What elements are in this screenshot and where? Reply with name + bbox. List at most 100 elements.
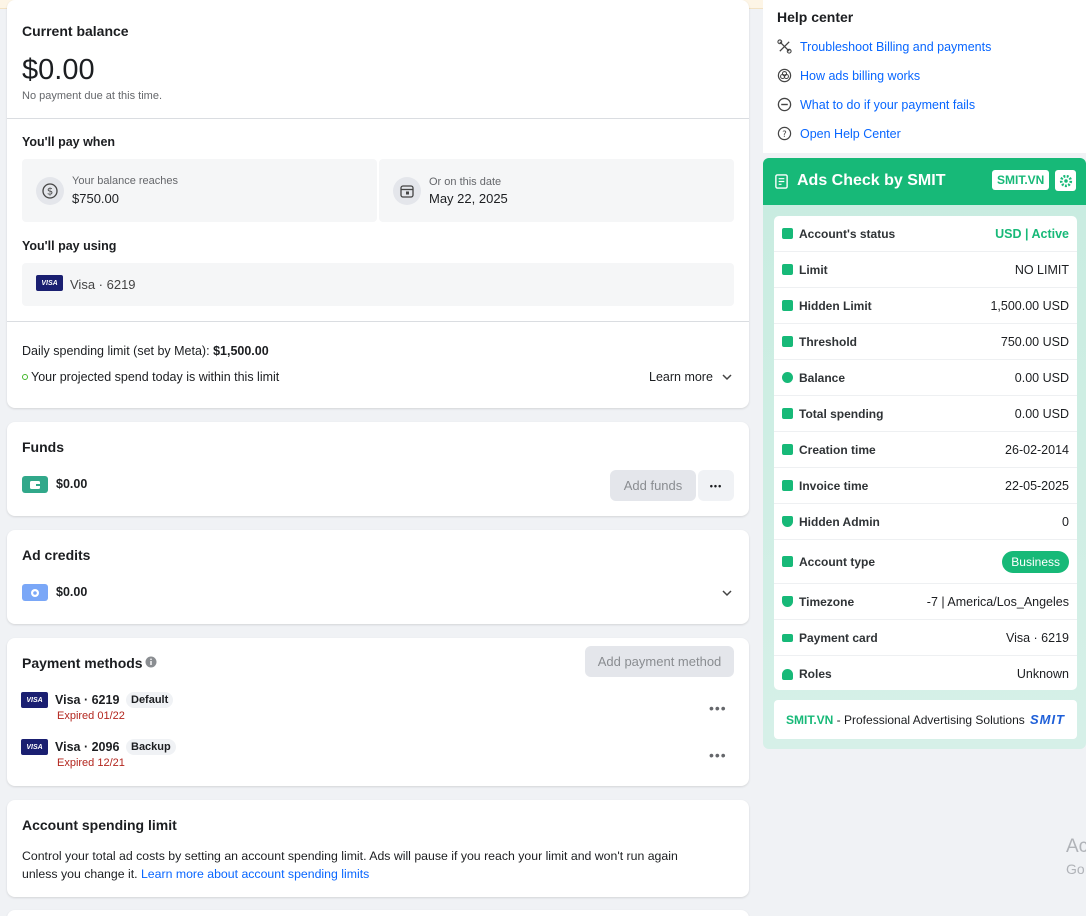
pay-using-card: Visa · 6219 — [70, 277, 136, 292]
creation-time-row: Creation time 26-02-2014 — [774, 432, 1077, 468]
svg-text:?: ? — [782, 129, 786, 139]
row-key: Hidden Admin — [799, 514, 880, 529]
account-type-badge: Business — [1002, 550, 1069, 573]
spending-limit-title: Account spending limit — [22, 817, 177, 833]
timezone-row: Timezone -7 | America/Los_Angeles — [774, 584, 1077, 620]
report-icon — [775, 174, 788, 189]
spending-limit-learn-link[interactable]: Learn more about account spending limits — [141, 867, 369, 881]
shield-icon — [782, 516, 793, 527]
dollar-icon — [782, 372, 793, 383]
funds-more-button[interactable]: ••• — [698, 470, 734, 501]
learn-more-label: Learn more — [649, 370, 713, 384]
calendar-icon — [393, 177, 421, 205]
help-link-label: What to do if your payment fails — [800, 97, 976, 112]
row-key: Hidden Limit — [799, 298, 872, 313]
current-balance-card: Current balance $0.00 No payment due at … — [7, 0, 749, 408]
row-value: 0.00 USD — [1014, 406, 1069, 421]
help-link-billing[interactable]: How ads billing works — [777, 68, 920, 83]
row-key: Creation time — [799, 442, 876, 457]
row-value: Unknown — [1016, 667, 1069, 681]
balance-reaches-label: Your balance reaches — [72, 175, 179, 187]
daily-limit-label: Daily spending limit (set by Meta): — [22, 344, 210, 358]
card-expiry: Expired 01/22 — [57, 710, 125, 722]
card-name: Visa · 6219 — [55, 693, 120, 707]
wallet-icon — [782, 408, 793, 419]
next-card-partial — [7, 910, 749, 916]
chevron-down-icon[interactable] — [721, 587, 733, 599]
balance-reaches-value: $750.00 — [72, 191, 119, 206]
row-key: Balance — [799, 370, 846, 385]
pay-when-title: You'll pay when — [22, 135, 116, 149]
row-value: 22-05-2025 — [1005, 478, 1069, 493]
ads-check-table: Account's status USD | Active Limit NO L… — [774, 216, 1077, 690]
ad-credits-amount: $0.00 — [56, 585, 88, 599]
watermark-text: Ac — [1066, 836, 1086, 857]
row-value: Visa · 6219 — [1005, 630, 1069, 645]
info-icon[interactable] — [145, 656, 157, 668]
ads-check-footer[interactable]: SMIT.VN - Professional Advertising Solut… — [774, 700, 1077, 739]
payment-date-box: Or on this date May 22, 2025 — [379, 159, 734, 222]
row-key: Threshold — [799, 334, 858, 349]
row-value: 750.00 USD — [1000, 334, 1069, 349]
learn-more-link[interactable]: Learn more — [649, 370, 733, 384]
threshold-row: Threshold 750.00 USD — [774, 324, 1077, 360]
clock-shield-icon — [782, 596, 793, 607]
card-expiry: Expired 12/21 — [57, 757, 125, 769]
help-link-payment-fails[interactable]: What to do if your payment fails — [777, 97, 975, 112]
ads-check-panel: Ads Check by SMIT SMIT.VN Account's stat… — [763, 158, 1086, 749]
total-spending-row: Total spending 0.00 USD — [774, 396, 1077, 432]
piggy-bank-icon — [782, 300, 793, 311]
divider — [7, 321, 749, 322]
help-link-open-center[interactable]: ? Open Help Center — [777, 126, 901, 141]
no-payment-note: No payment due at this time. — [22, 90, 163, 102]
roles-row: Roles Unknown — [774, 656, 1077, 692]
svg-text:$: $ — [47, 187, 53, 198]
card-name: Visa · 2096 — [55, 740, 120, 754]
daily-limit-value: $1,500.00 — [213, 344, 269, 358]
tools-icon — [777, 39, 792, 54]
row-key: Total spending — [799, 406, 884, 421]
funds-title: Funds — [22, 439, 64, 455]
balance-threshold-box: $ Your balance reaches $750.00 — [22, 159, 377, 222]
card-more-button[interactable]: ••• — [709, 747, 727, 763]
pay-using-title: You'll pay using — [22, 239, 117, 253]
chevron-down-icon — [722, 374, 732, 381]
help-link-label: How ads billing works — [800, 68, 921, 83]
calendar-icon — [782, 444, 793, 455]
credit-card-icon — [782, 633, 793, 642]
pay-using-box: VISA Visa · 6219 — [22, 263, 734, 306]
row-key: Roles — [799, 667, 832, 681]
default-badge: Default — [126, 692, 174, 708]
user-card-icon — [782, 556, 793, 567]
gear-icon[interactable] — [1055, 170, 1076, 191]
add-payment-method-button[interactable]: Add payment method — [585, 646, 734, 677]
date-label: Or on this date — [429, 176, 502, 188]
trend-icon — [782, 336, 793, 347]
watermark-subtext: Go — [1066, 861, 1085, 877]
row-value: -7 | America/Los_Angeles — [926, 594, 1069, 609]
row-value: 0 — [1062, 514, 1069, 529]
invoice-icon — [782, 480, 793, 491]
ad-credits-card: Ad credits $0.00 — [7, 530, 749, 624]
question-icon: ? — [777, 126, 792, 141]
smit-logo: SMIT — [1029, 712, 1065, 727]
payment-methods-title: Payment methods — [22, 655, 143, 671]
balance-row: Balance 0.00 USD — [774, 360, 1077, 396]
funds-card: Funds $0.00 Add funds ••• — [7, 422, 749, 516]
status-value: USD | Active — [995, 226, 1069, 241]
help-link-label: Troubleshoot Billing and payments — [800, 39, 992, 54]
hidden-admin-row: Hidden Admin 0 — [774, 504, 1077, 540]
spending-limit-desc-end: unless you change it. — [22, 867, 138, 881]
row-value: NO LIMIT — [1014, 262, 1069, 277]
users-gear-icon — [782, 668, 793, 680]
invoice-time-row: Invoice time 22-05-2025 — [774, 468, 1077, 504]
date-value: May 22, 2025 — [429, 191, 508, 206]
add-funds-button[interactable]: Add funds — [610, 470, 696, 501]
daily-limit: Daily spending limit (set by Meta): $1,5… — [22, 344, 269, 358]
card-more-button[interactable]: ••• — [709, 700, 727, 716]
help-link-troubleshoot[interactable]: Troubleshoot Billing and payments — [777, 39, 991, 54]
smit-tag[interactable]: SMIT.VN — [992, 170, 1050, 190]
help-center-title: Help center — [777, 9, 854, 25]
row-key: Limit — [799, 262, 828, 277]
spending-limit-desc: Control your total ad costs by setting a… — [22, 849, 678, 863]
